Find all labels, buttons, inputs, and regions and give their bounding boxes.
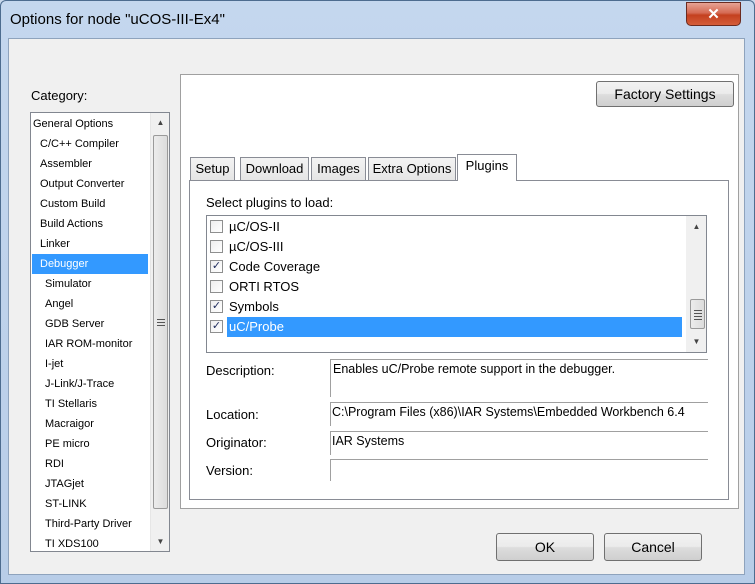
plugin-scroll-thumb[interactable] (690, 299, 705, 329)
plugin-checkbox[interactable] (210, 220, 223, 233)
category-item[interactable]: TI Stellaris (32, 394, 148, 414)
category-item[interactable]: General Options (32, 114, 148, 134)
tab-images[interactable]: Images (311, 157, 366, 180)
location-label: Location: (206, 407, 259, 422)
category-item[interactable]: JTAGjet (32, 474, 148, 494)
category-item[interactable]: IAR ROM-monitor (32, 334, 148, 354)
plugin-scrollbar[interactable]: ▲ ▼ (686, 216, 706, 352)
category-item[interactable]: I-jet (32, 354, 148, 374)
plugin-row[interactable]: µC/OS-II (208, 217, 686, 237)
category-item[interactable]: GDB Server (32, 314, 148, 334)
category-item[interactable]: ST-LINK (32, 494, 148, 514)
location-field: C:\Program Files (x86)\IAR Systems\Embed… (330, 402, 708, 426)
category-item[interactable]: Custom Build (32, 194, 148, 214)
tab-plugins[interactable]: Plugins (457, 154, 517, 181)
location-value: C:\Program Files (x86)\IAR Systems\Embed… (332, 405, 685, 419)
category-item[interactable]: Debugger (32, 254, 148, 274)
plugin-label: uC/Probe (227, 317, 682, 337)
tab-extra-options[interactable]: Extra Options (368, 157, 456, 180)
tab-download[interactable]: Download (240, 157, 309, 180)
category-item[interactable]: Third-Party Driver (32, 514, 148, 534)
plugin-row[interactable]: µC/OS-III (208, 237, 686, 257)
plugin-row[interactable]: ✓ Symbols (208, 297, 686, 317)
version-label: Version: (206, 463, 253, 478)
plugin-checkbox[interactable] (210, 280, 223, 293)
plugin-row[interactable]: ✓ uC/Probe (208, 317, 686, 337)
dialog-client-area: Category: ▲ ▼ General Options C/C++ Compi… (8, 38, 745, 575)
category-item[interactable]: Linker (32, 234, 148, 254)
category-scrollbar[interactable]: ▲ ▼ (150, 113, 169, 551)
category-item[interactable]: Output Converter (32, 174, 148, 194)
originator-field: IAR Systems (330, 431, 708, 455)
category-item[interactable]: J-Link/J-Trace (32, 374, 148, 394)
category-item[interactable]: PE micro (32, 434, 148, 454)
plugin-label: Code Coverage (229, 259, 321, 274)
category-item[interactable]: TI XDS100 (32, 534, 148, 551)
plugin-scroll-down-icon[interactable]: ▼ (687, 333, 706, 350)
originator-label: Originator: (206, 435, 267, 450)
category-item[interactable]: Build Actions (32, 214, 148, 234)
plugin-label: ORTI RTOS (229, 279, 300, 294)
category-label: Category: (31, 88, 88, 103)
plugin-checkbox[interactable]: ✓ (210, 320, 223, 333)
category-scroll-thumb[interactable] (153, 135, 168, 509)
tab-setup[interactable]: Setup (190, 157, 235, 180)
plugin-row[interactable]: ✓ Code Coverage (208, 257, 686, 277)
category-item[interactable]: RDI (32, 454, 148, 474)
scroll-up-arrow-icon[interactable]: ▲ (151, 114, 169, 131)
plugin-scroll-up-icon[interactable]: ▲ (687, 218, 706, 235)
plugins-prompt: Select plugins to load: (206, 195, 334, 210)
factory-settings-button[interactable]: Factory Settings (596, 81, 734, 107)
scroll-down-arrow-icon[interactable]: ▼ (151, 533, 169, 550)
title-bar[interactable]: Options for node "uCOS-III-Ex4" ✕ (1, 1, 754, 39)
category-item[interactable]: Angel (32, 294, 148, 314)
plugin-label: Symbols (229, 299, 279, 314)
description-label: Description: (206, 363, 275, 378)
plugin-checkbox[interactable]: ✓ (210, 300, 223, 313)
plugin-row[interactable]: ORTI RTOS (208, 277, 686, 297)
originator-value: IAR Systems (332, 434, 405, 448)
plugin-label: µC/OS-III (229, 239, 284, 254)
version-field (330, 459, 708, 481)
category-item[interactable]: Simulator (32, 274, 148, 294)
plugin-checkbox[interactable] (210, 240, 223, 253)
plugin-list[interactable]: ▲ ▼ µC/OS-II µC/OS-III ✓ Code Coverage ORTI … (206, 215, 707, 353)
ok-button[interactable]: OK (496, 533, 594, 561)
category-item[interactable]: Macraigor (32, 414, 148, 434)
plugin-label: µC/OS-II (229, 219, 280, 234)
category-item[interactable]: C/C++ Compiler (32, 134, 148, 154)
plugin-checkbox[interactable]: ✓ (210, 260, 223, 273)
cancel-button[interactable]: Cancel (604, 533, 702, 561)
close-icon: ✕ (707, 6, 720, 23)
window-title: Options for node "uCOS-III-Ex4" (10, 11, 225, 28)
description-field: Enables uC/Probe remote support in the d… (330, 359, 708, 397)
description-value: Enables uC/Probe remote support in the d… (333, 362, 616, 376)
close-button[interactable]: ✕ (686, 2, 741, 26)
category-list[interactable]: ▲ ▼ General Options C/C++ Compiler Assembl… (30, 112, 170, 552)
category-item[interactable]: Assembler (32, 154, 148, 174)
